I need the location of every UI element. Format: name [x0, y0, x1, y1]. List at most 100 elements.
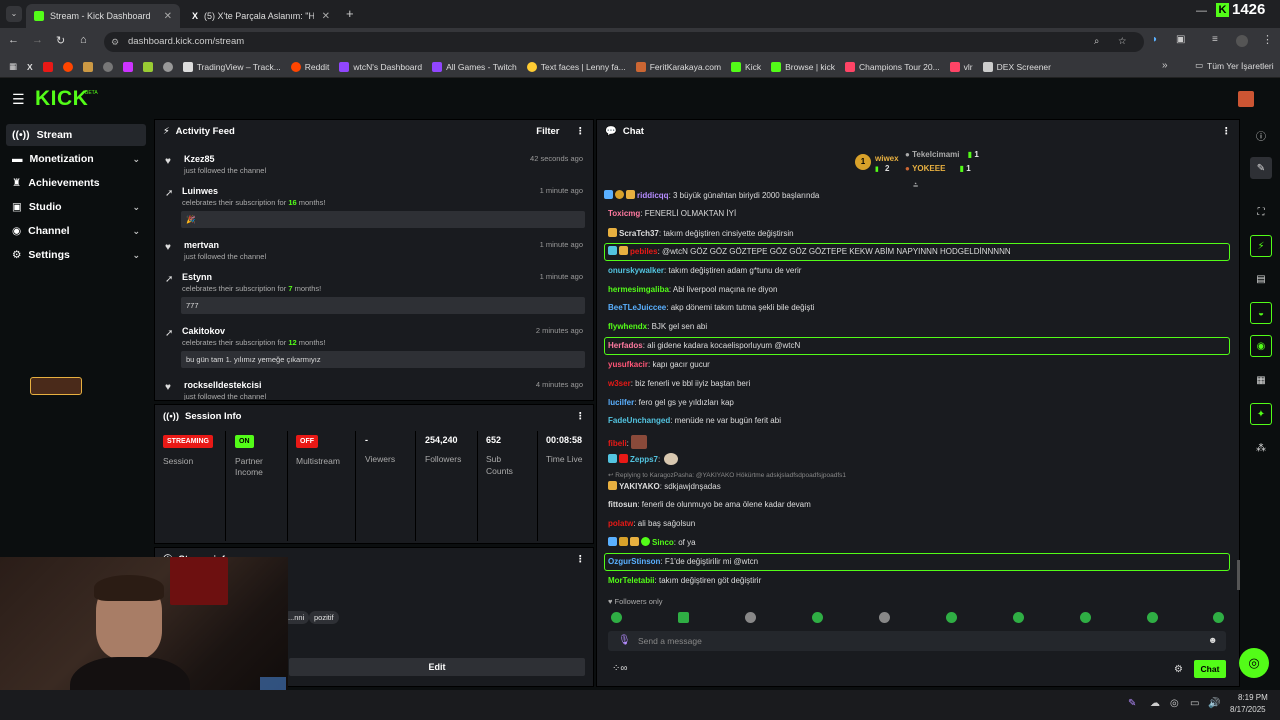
chat-username[interactable]: fittosun [608, 500, 637, 509]
stream-tag[interactable]: pozitif [309, 611, 339, 624]
support-headset-button[interactable]: ◎ [1239, 648, 1269, 678]
emote-button[interactable] [879, 612, 890, 623]
chat-input-box[interactable]: 🎙 Send a message ☻ [608, 631, 1226, 651]
site-info-icon[interactable]: ⚙ [111, 32, 119, 52]
bookmark-champions[interactable]: Champions Tour 20... [840, 61, 945, 72]
emote-button[interactable] [1213, 612, 1224, 623]
sidebar-item-studio[interactable]: ▣ Studio ⌄ [6, 196, 146, 218]
user-avatar[interactable] [1238, 91, 1254, 107]
bookmark-dexscreener[interactable]: DEX Screener [978, 61, 1056, 72]
screen-expand-icon[interactable]: ⛶ [1250, 201, 1272, 223]
bookmark-x-icon[interactable]: X [22, 62, 38, 72]
bookmark-globe-icon[interactable] [158, 61, 178, 72]
bookmark-yahoo-icon[interactable] [118, 61, 138, 72]
top-gifter-2[interactable]: ● Tekelcimami ▮ 1 [905, 150, 995, 162]
tab-kick-dashboard[interactable]: Stream - Kick Dashboard ✕ [26, 4, 180, 28]
edit-stream-info-button[interactable]: Edit [289, 658, 585, 676]
chat-username[interactable]: YAKIYAKO [619, 482, 660, 491]
tools-wrench-icon[interactable]: ✦ [1250, 403, 1272, 425]
chat-username[interactable]: polatw [608, 519, 633, 528]
chat-username[interactable]: fibeli [608, 439, 627, 448]
extension-icon[interactable]: ◗ [1152, 34, 1158, 45]
bookmark-green-icon[interactable] [138, 61, 158, 72]
bookmark-feritkarakaya[interactable]: FeritKarakaya.com [631, 61, 726, 72]
activity-username[interactable]: rockselldestekcisi [184, 380, 262, 390]
chat-send-button[interactable]: Chat [1194, 660, 1226, 678]
bookmark-browse-kick[interactable]: Browse | kick [766, 61, 840, 72]
activity-username[interactable]: Luinwes [182, 186, 218, 196]
reload-icon[interactable]: ↻ [56, 34, 65, 47]
chat-username[interactable]: hermesimgaliba [608, 285, 669, 294]
more-bookmarks-icon[interactable]: » [1162, 60, 1168, 71]
chat-username[interactable]: flywhendx [608, 322, 647, 331]
forward-icon[interactable]: → [32, 34, 43, 46]
kick-logo[interactable]: KICK [35, 87, 88, 111]
clock-time[interactable]: 8:19 PM [1238, 693, 1268, 702]
chat-username[interactable]: ScraTch37 [619, 229, 659, 238]
menu-dots-icon[interactable]: ⋮ [1262, 33, 1273, 46]
bookmark-kick[interactable]: Kick [726, 61, 766, 72]
home-icon[interactable]: ⌂ [80, 34, 87, 46]
bookmark-vlr[interactable]: vlr [945, 61, 978, 72]
quick-action-bolt-icon[interactable]: ⚡ [1250, 235, 1272, 257]
wifi-tray-icon[interactable]: ▭ [1190, 698, 1199, 709]
emote-button[interactable] [1080, 612, 1091, 623]
top-gifter-1[interactable]: 1 wiwex ▮ 2 [855, 154, 903, 174]
chat-settings-icon[interactable]: ⚙ [1174, 664, 1183, 675]
chat-username[interactable]: onurskywalker [608, 266, 664, 275]
close-tab-icon[interactable]: ✕ [164, 11, 172, 22]
notes-icon[interactable]: ▤ [1250, 268, 1272, 290]
chat-username[interactable]: MorTeletabii [608, 576, 655, 585]
minimize-icon[interactable]: — [1196, 5, 1207, 17]
apps-dots-icon[interactable]: ⁂ [1250, 437, 1272, 459]
sidebar-item-settings[interactable]: ⚙ Settings ⌄ [6, 244, 146, 266]
chat-username[interactable]: riddicqq [637, 191, 669, 200]
emote-button[interactable] [1147, 612, 1158, 623]
bookmark-wtcn[interactable]: wtcN's Dashboard [334, 61, 427, 72]
emoji-picker-icon[interactable]: ☻ [1208, 635, 1217, 645]
back-icon[interactable]: ← [8, 34, 19, 46]
pen-tray-icon[interactable]: ✎ [1128, 698, 1136, 709]
microphone-icon[interactable]: 🎙 [618, 635, 631, 646]
chat-username[interactable]: lucilfer [608, 398, 634, 407]
activity-username[interactable]: Estynn [182, 272, 212, 282]
more-options-icon[interactable]: ⋮ [576, 411, 586, 422]
tab-x[interactable]: X (5) X'te Parçala Aslanım: "Henüz ✕ [184, 4, 338, 28]
reply-context[interactable]: ↩ Replying to KaragozPasha: @YAKIYAKO Hö… [608, 471, 1234, 479]
bookmark-reddit-small-icon[interactable] [58, 61, 78, 72]
chat-username[interactable]: Sinco [652, 538, 674, 547]
zoom-icon[interactable]: ⌕ [1094, 32, 1099, 52]
emote-button[interactable] [678, 612, 689, 623]
bookmark-gmail-icon[interactable] [78, 61, 98, 72]
hamburger-menu-icon[interactable]: ☰ [12, 91, 25, 108]
chat-username[interactable]: Zepps7 [630, 455, 658, 464]
chat-username[interactable]: Toxicmg [608, 209, 640, 218]
chat-username[interactable]: w3ser [608, 379, 631, 388]
more-options-icon[interactable]: ⋮ [576, 126, 586, 137]
steam-tray-icon[interactable]: ◎ [1170, 698, 1179, 709]
chat-username[interactable]: BeeTLeJuiccee [608, 303, 666, 312]
bookmark-chrome-icon[interactable] [98, 61, 118, 72]
layout-icon[interactable]: ▦ [1250, 369, 1272, 391]
profile-avatar[interactable] [1236, 35, 1248, 47]
sidebar-promo-logo[interactable] [30, 377, 82, 395]
chat-username[interactable]: pebiles [630, 247, 658, 256]
emote-button[interactable] [745, 612, 756, 623]
sidebar-item-channel[interactable]: ◉ Channel ⌄ [6, 220, 146, 242]
new-tab-icon[interactable]: + [346, 6, 354, 21]
points-icon[interactable]: ⁘∞ [612, 663, 628, 674]
filter-button[interactable]: Filter [536, 126, 559, 137]
bookmark-tradingview[interactable]: TradingView – Track... [178, 61, 286, 72]
chat-username[interactable]: FadeUnchanged [608, 416, 670, 425]
chat-username[interactable]: Herfados [608, 341, 643, 350]
media-icon[interactable]: ≡ [1212, 34, 1218, 45]
more-options-icon[interactable]: ⋮ [576, 554, 586, 565]
activity-username[interactable]: mertvan [184, 240, 219, 250]
network-tray-icon[interactable]: ☁ [1150, 698, 1160, 709]
bookmark-twitch-games[interactable]: All Games - Twitch [427, 61, 522, 72]
bookmark-star-icon[interactable]: ☆ [1118, 32, 1127, 52]
chat-scrollbar[interactable] [1237, 560, 1240, 590]
bookmark-reddit[interactable]: Reddit [286, 61, 335, 72]
activity-username[interactable]: Cakitokov [182, 326, 225, 336]
chat-bubble-icon[interactable]: ◒ [1250, 302, 1272, 324]
